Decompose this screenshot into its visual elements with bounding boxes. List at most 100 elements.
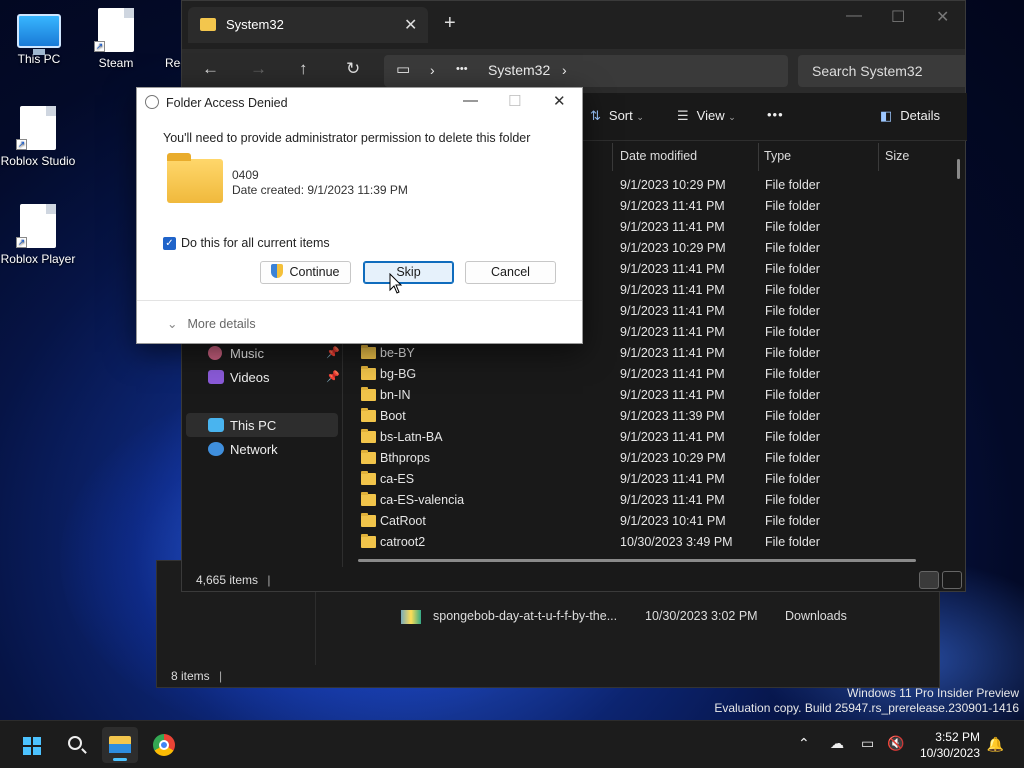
sort-icon: ⇅ xyxy=(590,108,601,123)
row-date-modified: 9/1/2023 11:41 PM xyxy=(620,325,725,339)
cancel-button[interactable]: Cancel xyxy=(465,261,556,284)
refresh-icon[interactable]: ↻ xyxy=(346,59,360,79)
maximize-icon[interactable]: ☐ xyxy=(508,92,521,110)
taskbar-chrome[interactable] xyxy=(146,727,182,763)
row-date-modified: 9/1/2023 11:41 PM xyxy=(620,388,725,402)
new-tab-icon[interactable]: + xyxy=(444,13,456,33)
details-view-toggle-icon[interactable] xyxy=(919,571,939,589)
breadcrumb-ellipsis[interactable]: ••• xyxy=(456,63,468,75)
videos-icon xyxy=(208,370,224,384)
active-indicator xyxy=(113,758,127,761)
address-bar[interactable]: ▭ › ••• System32 › xyxy=(384,55,788,87)
sort-button[interactable]: ⇅ Sort ⌄ xyxy=(590,108,644,124)
sidebar-item-music[interactable]: Music 📌 xyxy=(186,341,340,365)
folder-icon xyxy=(361,513,376,527)
desktop-icon-label: Roblox Player xyxy=(0,252,76,266)
notification-bell-icon[interactable]: 🔔 xyxy=(987,736,1004,753)
folder-icon xyxy=(361,387,376,401)
row-name: catroot2 xyxy=(380,535,426,549)
volume-muted-icon[interactable]: 🔇 xyxy=(887,735,904,752)
row-date-modified: 9/1/2023 11:41 PM xyxy=(620,367,725,381)
row-name: be-BY xyxy=(380,346,415,360)
more-details-toggle[interactable]: ⌄ More details xyxy=(167,316,256,331)
row-name: bs-Latn-BA xyxy=(380,430,443,444)
table-row[interactable]: ca-ES-valencia 9/1/2023 11:41 PM File fold… xyxy=(182,490,942,511)
pin-icon[interactable]: 📌 xyxy=(326,370,340,383)
desktop-icon-steam[interactable]: ↗ Steam xyxy=(78,8,154,70)
onedrive-icon[interactable]: ☁ xyxy=(830,735,844,752)
sidebar-item-this-pc[interactable]: This PC xyxy=(186,413,338,437)
apply-all-checkbox[interactable]: ✓ xyxy=(163,237,176,250)
continue-button[interactable]: Continue xyxy=(260,261,351,284)
table-row[interactable]: catroot2 10/30/2023 3:49 PM File folder xyxy=(182,532,942,553)
close-icon[interactable]: ✕ xyxy=(553,92,566,110)
row-type: File folder xyxy=(765,283,820,297)
folder-icon xyxy=(361,492,376,506)
tiles-view-toggle-icon[interactable] xyxy=(942,571,962,589)
desktop-icon-roblox-player[interactable]: ↗ Roblox Player xyxy=(0,204,76,266)
title-bar: System32 ✕ + — ☐ ✕ xyxy=(182,1,965,49)
up-arrow-icon[interactable]: ↑ xyxy=(299,59,308,79)
column-separator xyxy=(612,143,613,171)
column-size[interactable]: Size xyxy=(885,149,909,163)
file-explorer-icon xyxy=(109,736,131,753)
desktop-icon-roblox-studio[interactable]: ↗ Roblox Studio xyxy=(0,106,76,168)
forward-arrow-icon[interactable]: → xyxy=(250,59,267,79)
start-button[interactable] xyxy=(14,727,50,763)
shortcut-arrow-icon: ↗ xyxy=(16,139,27,150)
pin-icon[interactable]: 📌 xyxy=(326,346,340,359)
music-icon xyxy=(208,346,222,360)
sidebar-item-network[interactable]: Network xyxy=(186,437,338,461)
search-input[interactable]: Search System32 xyxy=(798,55,966,87)
taskbar-file-explorer[interactable] xyxy=(102,727,138,763)
details-pane-button[interactable]: ◧ Details xyxy=(880,108,940,124)
row-type: File folder xyxy=(765,430,820,444)
minimize-icon[interactable]: — xyxy=(846,7,862,25)
folder-icon xyxy=(361,366,376,380)
minimize-icon[interactable]: — xyxy=(463,92,478,109)
document-icon: ↗ xyxy=(94,8,134,52)
taskbar: ⌃ ☁ ▭ 🔇 3:52 PM 10/30/2023 🔔 xyxy=(0,720,1024,768)
search-button[interactable] xyxy=(58,727,94,763)
back-arrow-icon[interactable]: ← xyxy=(202,59,219,79)
row-type: File folder xyxy=(765,241,820,255)
system-clock[interactable]: 3:52 PM 10/30/2023 xyxy=(920,729,980,761)
row-type: File folder xyxy=(765,388,820,402)
folder-icon xyxy=(167,153,223,203)
column-type[interactable]: Type xyxy=(764,149,791,163)
watermark-line2: Evaluation copy. Build 25947.rs_prerelea… xyxy=(714,701,1019,715)
table-row[interactable]: CatRoot 9/1/2023 10:41 PM File folder xyxy=(182,511,942,532)
vertical-scrollbar[interactable] xyxy=(957,159,960,179)
row-date-modified: 9/1/2023 10:29 PM xyxy=(620,451,726,465)
chevron-up-icon[interactable]: ⌃ xyxy=(798,735,810,752)
row-type: File folder xyxy=(765,199,820,213)
row-type: File folder xyxy=(765,409,820,423)
computer-icon xyxy=(208,418,224,432)
desktop-icon-this-pc[interactable]: This PC xyxy=(1,8,77,66)
maximize-icon[interactable]: ☐ xyxy=(891,7,905,27)
row-type: File folder xyxy=(765,493,820,507)
skip-button[interactable]: Skip xyxy=(363,261,454,284)
row-date-modified: 9/1/2023 10:41 PM xyxy=(620,514,726,528)
horizontal-scrollbar[interactable] xyxy=(358,559,916,562)
network-display-icon[interactable]: ▭ xyxy=(861,735,874,752)
tab-system32[interactable]: System32 ✕ xyxy=(188,7,428,43)
row-type: File folder xyxy=(765,304,820,318)
close-icon[interactable]: ✕ xyxy=(936,7,949,27)
row-type: File folder xyxy=(765,472,820,486)
file-location: Downloads xyxy=(785,609,847,623)
folder-access-denied-dialog[interactable]: Folder Access Denied — ☐ ✕ You'll need t… xyxy=(136,87,583,344)
breadcrumb-system32[interactable]: System32 xyxy=(488,62,550,78)
apply-all-label[interactable]: Do this for all current items xyxy=(181,236,330,250)
close-tab-icon[interactable]: ✕ xyxy=(404,15,417,35)
more-options-button[interactable]: ••• xyxy=(767,107,784,122)
sidebar-item-videos[interactable]: Videos 📌 xyxy=(186,365,340,389)
column-date-modified[interactable]: Date modified xyxy=(620,149,697,163)
folder-icon xyxy=(361,450,376,464)
chevron-down-icon: ⌄ xyxy=(728,112,736,122)
table-row[interactable]: ca-ES 9/1/2023 11:41 PM File folder xyxy=(182,469,942,490)
tab-title: System32 xyxy=(226,17,284,32)
view-icon: ☰ xyxy=(677,108,689,123)
file-row[interactable]: spongebob-day-at-t-u-f-f-by-the... 10/30… xyxy=(401,609,847,624)
view-button[interactable]: ☰ View ⌄ xyxy=(677,108,736,124)
